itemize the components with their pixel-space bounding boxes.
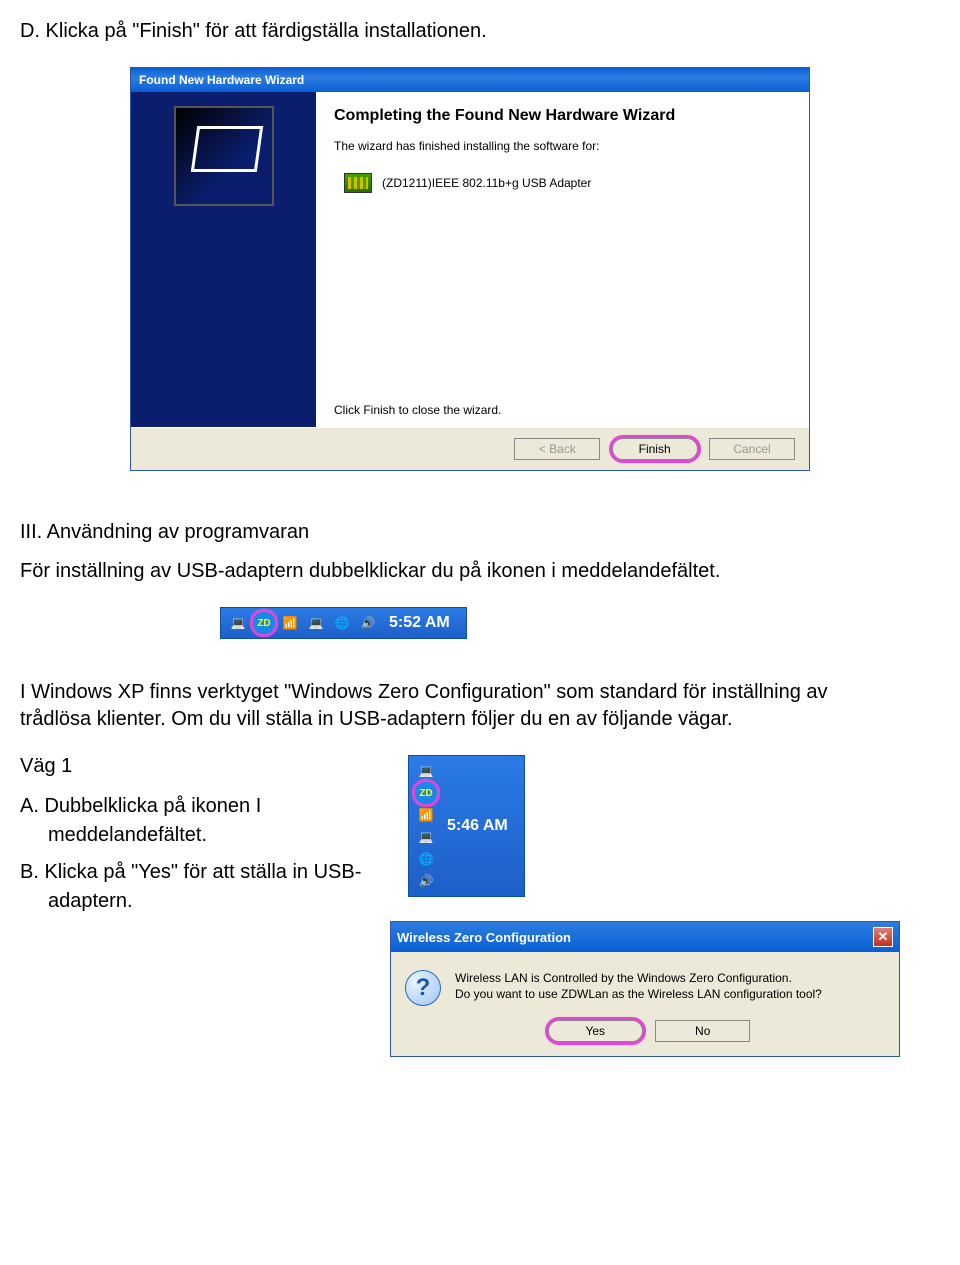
net-disabled-icon: 💻 — [305, 612, 327, 634]
wzc-title-text: Wireless Zero Configuration — [397, 930, 571, 945]
step-d-text: D. Klicka på "Finish" för att färdigstäl… — [20, 20, 900, 43]
system-tray-snippet-1: 💻 ZD 📶 💻 🌐 🔊 5:52 AM — [220, 607, 467, 639]
way1-image-column: 💻 ZD 📶 💻 🌐 🔊 5:46 AM Wireless Zero Confi… — [390, 755, 900, 1057]
finish-button[interactable]: Finish — [612, 438, 698, 460]
wzc-message: Wireless LAN is Controlled by the Window… — [455, 970, 822, 1006]
cancel-button[interactable]: Cancel — [709, 438, 795, 460]
wzc-button-row: Yes No — [391, 1014, 899, 1056]
wzc-body: ? Wireless LAN is Controlled by the Wind… — [391, 952, 899, 1014]
wizard-body: Completing the Found New Hardware Wizard… — [131, 92, 809, 427]
network-icon: 💻 — [227, 612, 249, 634]
wireless-zero-config-dialog: Wireless Zero Configuration ✕ ? Wireless… — [390, 921, 900, 1057]
hardware-icon — [174, 106, 274, 206]
tray-time-2: 5:46 AM — [447, 817, 508, 835]
windows-xp-paragraph: I Windows XP finns verktyget "Windows Ze… — [20, 679, 900, 733]
yes-button[interactable]: Yes — [548, 1020, 643, 1042]
wzc-line2: Do you want to use ZDWLan as the Wireles… — [455, 986, 822, 1002]
way1-title: Väg 1 — [20, 755, 362, 778]
wizard-heading: Completing the Found New Hardware Wizard — [334, 106, 791, 125]
globe-icon: 🌐 — [415, 848, 437, 870]
wizard-side-graphic — [131, 92, 316, 427]
no-button[interactable]: No — [655, 1020, 750, 1042]
way1-text-column: Väg 1 A. Dubbelklicka på ikonen I meddel… — [20, 755, 362, 924]
question-icon: ? — [405, 970, 441, 1006]
volume-icon: 🔊 — [415, 870, 437, 892]
back-button[interactable]: < Back — [514, 438, 600, 460]
tray-icon: 📶 — [415, 804, 437, 826]
wizard-installed-text: The wizard has finished installing the s… — [334, 139, 791, 153]
tray-icon: 📶 — [279, 612, 301, 634]
system-tray-snippet-2: 💻 ZD 📶 💻 🌐 🔊 5:46 AM — [408, 755, 525, 897]
device-chip-icon — [344, 173, 372, 193]
tray-icons-2: 💻 ZD 📶 💻 🌐 🔊 — [415, 760, 437, 892]
wzc-line1: Wireless LAN is Controlled by the Window… — [455, 970, 822, 986]
wzc-titlebar: Wireless Zero Configuration ✕ — [391, 922, 899, 952]
way1-step-b: B. Klicka på "Yes" för att ställa in USB… — [20, 858, 362, 916]
close-icon[interactable]: ✕ — [873, 927, 893, 947]
zd-tray-icon[interactable]: ZD — [253, 612, 275, 634]
wizard-button-row: < Back Finish Cancel — [131, 427, 809, 470]
net-disabled-icon: 💻 — [415, 826, 437, 848]
wizard-close-text: Click Finish to close the wizard. — [334, 403, 791, 417]
way1-step-a: A. Dubbelklicka på ikonen I meddelandefä… — [20, 792, 362, 850]
section-3-title: III. Användning av programvaran — [20, 521, 900, 544]
wizard-titlebar: Found New Hardware Wizard — [131, 68, 809, 92]
device-name: (ZD1211)IEEE 802.11b+g USB Adapter — [382, 176, 591, 190]
section-3-intro: För inställning av USB-adaptern dubbelkl… — [20, 558, 900, 585]
wizard-device-row: (ZD1211)IEEE 802.11b+g USB Adapter — [344, 173, 791, 193]
found-new-hardware-wizard: Found New Hardware Wizard Completing the… — [130, 67, 810, 471]
two-column-section: Väg 1 A. Dubbelklicka på ikonen I meddel… — [20, 755, 900, 1057]
volume-icon: 🔊 — [357, 612, 379, 634]
tray-time: 5:52 AM — [389, 614, 450, 632]
globe-icon: 🌐 — [331, 612, 353, 634]
wizard-content: Completing the Found New Hardware Wizard… — [316, 92, 809, 427]
network-icon: 💻 — [415, 760, 437, 782]
tray-icons: 💻 ZD 📶 💻 🌐 🔊 — [227, 612, 379, 634]
zd-tray-icon[interactable]: ZD — [415, 782, 437, 804]
